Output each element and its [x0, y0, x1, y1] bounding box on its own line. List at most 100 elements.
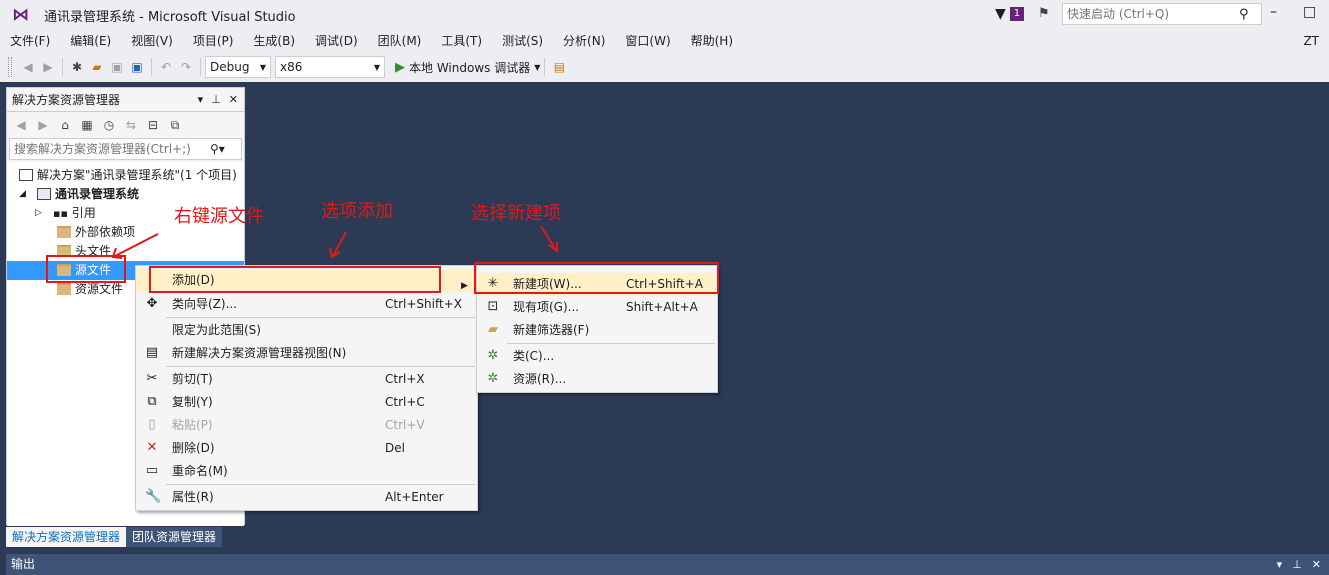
feedback-icon[interactable]: ⚑	[1038, 6, 1050, 21]
tree-node-project[interactable]: ◢ 通讯录管理系统	[19, 185, 139, 204]
pin-icon[interactable]: ⊥	[1292, 554, 1302, 575]
menu-window[interactable]: 窗口(W)	[615, 30, 680, 52]
notification-flag-icon[interactable]: ▼	[995, 6, 1006, 22]
pin-icon[interactable]: ⊥	[211, 93, 221, 106]
menu-item-class-wizard[interactable]: ✥ 类向导(Z)... Ctrl+Shift+X	[136, 293, 477, 316]
close-icon[interactable]: ✕	[229, 93, 238, 106]
arrow-to-add	[332, 231, 347, 257]
existing-item-icon: ⊡	[487, 299, 499, 314]
forward-icon[interactable]: ▶	[33, 115, 53, 135]
window-controls: – □	[1270, 4, 1316, 20]
menu-item-rename[interactable]: ▭ 重命名(M)	[136, 460, 477, 483]
menu-item-scope-to-this[interactable]: 限定为此范围(S)	[136, 319, 477, 342]
menu-project[interactable]: 项目(P)	[183, 30, 244, 52]
tree-node-solution[interactable]: 解决方案"通讯录管理系统"(1 个项目)	[19, 166, 237, 185]
open-file-icon[interactable]: ▰	[87, 57, 107, 77]
save-icon[interactable]: ▣	[107, 57, 127, 77]
tree-node-references[interactable]: ▷ ▪▪ 引用	[35, 204, 96, 223]
submenu-item-resource[interactable]: ✲ 资源(R)...	[477, 368, 717, 391]
output-panel-title: 输出	[11, 557, 36, 571]
quick-launch-input[interactable]	[1063, 4, 1239, 24]
tree-node-external-deps[interactable]: 外部依赖项	[57, 223, 135, 242]
notification-area[interactable]: ▼ 1	[995, 6, 1025, 22]
tab-team-explorer[interactable]: 团队资源管理器	[126, 527, 223, 547]
menu-view[interactable]: 视图(V)	[121, 30, 183, 52]
sync-icon[interactable]: ⇆	[121, 115, 141, 135]
panel-menu-icon[interactable]: ▾	[1277, 554, 1283, 575]
chevron-down-icon: ▼	[259, 62, 266, 72]
collapse-all-icon[interactable]: ⊟	[143, 115, 163, 135]
undo-icon[interactable]: ↶	[156, 57, 176, 77]
expand-arrow-icon[interactable]: ▷	[35, 204, 42, 223]
menu-item-shortcut: Ctrl+Shift+X	[385, 297, 462, 311]
start-debugging-button[interactable]: ▶ 本地 Windows 调试器 ▼	[395, 59, 540, 76]
forward-icon[interactable]: ▶	[38, 57, 58, 77]
menu-build[interactable]: 生成(B)	[243, 30, 305, 52]
menu-edit[interactable]: 编辑(E)	[60, 30, 121, 52]
menu-debug[interactable]: 调试(D)	[305, 30, 368, 52]
menu-tools[interactable]: 工具(T)	[431, 30, 492, 52]
home-icon[interactable]: ⌂	[55, 115, 75, 135]
menu-item-new-explorer-view[interactable]: ▤ 新建解决方案资源管理器视图(N)	[136, 342, 477, 365]
solution-platform-dropdown[interactable]: x86 ▼	[275, 56, 385, 78]
pending-changes-icon[interactable]: ◷	[99, 115, 119, 135]
solution-explorer-title: 解决方案资源管理器	[12, 93, 121, 107]
save-all-icon[interactable]: ▣	[127, 57, 147, 77]
find-in-files-icon[interactable]: ▤	[549, 57, 569, 77]
window-title: 通讯录管理系统 - Microsoft Visual Studio	[44, 9, 296, 25]
notification-count-badge[interactable]: 1	[1009, 7, 1025, 21]
annotation-right-click: 右键源文件	[174, 206, 264, 227]
tab-solution-explorer[interactable]: 解决方案资源管理器	[6, 527, 127, 547]
toolbar-grip[interactable]	[8, 57, 12, 77]
menu-test[interactable]: 测试(S)	[492, 30, 553, 52]
menu-item-properties[interactable]: 🔧 属性(R) Alt+Enter	[136, 486, 477, 509]
submenu-item-new-filter[interactable]: ▰ 新建筛选器(F)	[477, 319, 717, 342]
tree-node-label: 引用	[71, 206, 96, 220]
minimize-icon[interactable]: –	[1270, 4, 1277, 20]
title-bar: ⋈ 通讯录管理系统 - Microsoft Visual Studio ▼ 1 …	[0, 0, 1329, 30]
solution-explorer-toolbar: ◀ ▶ ⌂ ▦ ◷ ⇆ ⊟ ⧉	[7, 112, 244, 138]
switch-views-icon[interactable]: ▦	[77, 115, 97, 135]
show-all-files-icon[interactable]: ⧉	[165, 115, 185, 135]
menu-item-shortcut: Ctrl+X	[385, 372, 425, 386]
menu-item-copy[interactable]: ⧉ 复制(Y) Ctrl+C	[136, 391, 477, 414]
menu-team[interactable]: 团队(M)	[368, 30, 432, 52]
user-account[interactable]: ZT	[1303, 30, 1319, 52]
references-icon: ▪▪	[53, 207, 68, 220]
submenu-item-existing-item[interactable]: ⊡ 现有项(G)... Shift+Alt+A	[477, 296, 717, 319]
solution-search-box[interactable]: ⚲▾	[9, 138, 242, 160]
quick-launch-box[interactable]: ⚲	[1062, 3, 1262, 25]
menu-item-paste[interactable]: ▯ 粘贴(P) Ctrl+V	[136, 414, 477, 437]
collapse-arrow-icon[interactable]: ◢	[19, 185, 26, 204]
toolbar-separator	[200, 58, 201, 76]
standard-toolbar: ◀ ▶ ✱ ▰ ▣ ▣ ↶ ↷ Debug ▼ x86 ▼ ▶ 本地 Windo…	[0, 52, 1329, 82]
solution-config-dropdown[interactable]: Debug ▼	[205, 56, 271, 78]
play-icon: ▶	[395, 59, 405, 75]
menu-analyze[interactable]: 分析(N)	[553, 30, 615, 52]
solution-search-input[interactable]	[10, 142, 210, 156]
menu-file[interactable]: 文件(F)	[0, 30, 60, 52]
search-icon[interactable]: ⚲▾	[210, 142, 225, 156]
folder-icon	[57, 283, 71, 295]
new-project-icon[interactable]: ✱	[67, 57, 87, 77]
panel-menu-icon[interactable]: ▾	[198, 93, 204, 106]
close-icon[interactable]: ✕	[1312, 554, 1321, 575]
toolbar-separator	[151, 58, 152, 76]
menu-item-label: 类向导(Z)...	[172, 297, 238, 311]
paste-icon: ▯	[148, 417, 156, 432]
maximize-icon[interactable]: □	[1303, 4, 1316, 20]
menu-item-label: 资源(R)...	[513, 372, 567, 386]
menu-item-shortcut: Ctrl+C	[385, 395, 425, 409]
menu-item-label: 限定为此范围(S)	[172, 323, 261, 337]
search-icon[interactable]: ⚲	[1239, 7, 1249, 22]
back-icon[interactable]: ◀	[18, 57, 38, 77]
menu-item-shortcut: Del	[385, 441, 405, 455]
submenu-item-class[interactable]: ✲ 类(C)...	[477, 345, 717, 368]
menu-help[interactable]: 帮助(H)	[681, 30, 743, 52]
highlight-box-source-files	[46, 255, 126, 283]
menu-item-cut[interactable]: ✂ 剪切(T) Ctrl+X	[136, 368, 477, 391]
redo-icon[interactable]: ↷	[176, 57, 196, 77]
back-icon[interactable]: ◀	[11, 115, 31, 135]
solution-config-value: Debug	[210, 60, 250, 74]
menu-item-delete[interactable]: ✕ 删除(D) Del	[136, 437, 477, 460]
